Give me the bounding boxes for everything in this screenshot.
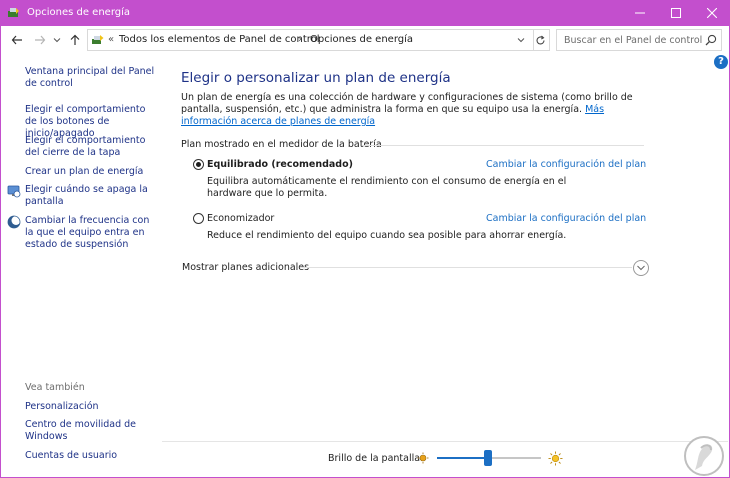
- show-additional-plans-label[interactable]: Mostrar planes adicionales: [182, 262, 309, 273]
- maximize-button[interactable]: [658, 0, 694, 26]
- help-button[interactable]: ?: [714, 55, 728, 69]
- site-watermark-logo: [677, 430, 727, 478]
- sidebar-item-control-panel-home[interactable]: Ventana principal del Panel de control: [25, 66, 159, 90]
- brightness-low-icon: [417, 452, 429, 464]
- expand-additional-plans-button[interactable]: [633, 260, 649, 276]
- sidebar-item-personalization[interactable]: Personalización: [25, 401, 159, 413]
- navigation-bar: « Todos los elementos de Panel de contro…: [1, 26, 729, 54]
- title-bar: Opciones de energía: [0, 0, 730, 26]
- page-description: Un plan de energía es una colección de h…: [181, 92, 651, 128]
- chevron-down-icon: [53, 38, 61, 43]
- main-content: ? Elegir o personalizar un plan de energ…: [162, 54, 729, 438]
- back-button[interactable]: [9, 32, 25, 48]
- plan-radio-power-saver[interactable]: [193, 213, 204, 224]
- forward-arrow-icon: [35, 35, 46, 45]
- search-box[interactable]: [556, 29, 722, 51]
- sidebar-item-lid-close[interactable]: Elegir el comportamiento del cierre de l…: [25, 135, 159, 159]
- sleep-moon-icon: [7, 215, 21, 229]
- display-power-icon: [7, 184, 21, 198]
- description-text: Un plan de energía es una colección de h…: [181, 92, 633, 115]
- breadcrumb-separator[interactable]: ›: [298, 34, 302, 45]
- group-divider: [362, 145, 644, 146]
- sidebar-item-display-off[interactable]: Elegir cuándo se apaga la pantalla: [25, 184, 159, 208]
- up-arrow-icon: [70, 34, 80, 45]
- breadcrumb-power-options[interactable]: Opciones de energía: [310, 34, 413, 45]
- breadcrumb-all-items[interactable]: Todos los elementos de Panel de control: [119, 34, 320, 45]
- plan-name-balanced[interactable]: Equilibrado (recomendado): [207, 159, 353, 170]
- window-title: Opciones de energía: [27, 7, 131, 18]
- see-also-heading: Vea también: [25, 382, 85, 393]
- sidebar-item-mobility-center[interactable]: Centro de movilidad de Windows: [25, 419, 159, 443]
- page-title: Elegir o personalizar un plan de energía: [181, 70, 451, 86]
- address-prefix[interactable]: «: [108, 34, 114, 45]
- brightness-slider-thumb[interactable]: [483, 450, 492, 466]
- up-button[interactable]: [67, 32, 83, 48]
- change-plan-settings-power-saver[interactable]: Cambiar la configuración del plan: [486, 213, 646, 224]
- address-history-dropdown[interactable]: [512, 30, 530, 50]
- plan-description-power-saver: Reduce el rendimiento del equipo cuando …: [207, 230, 567, 241]
- close-button[interactable]: [694, 0, 730, 26]
- plan-description-balanced: Equilibra automáticamente el rendimiento…: [207, 176, 567, 199]
- sidebar-item-user-accounts[interactable]: Cuentas de usuario: [25, 450, 159, 462]
- refresh-icon: [536, 35, 545, 44]
- brightness-slider-fill: [437, 457, 488, 459]
- plan-group-label: Plan mostrado en el medidor de la baterí…: [181, 139, 382, 150]
- plan-name-power-saver[interactable]: Economizador: [207, 213, 274, 224]
- minimize-button[interactable]: [622, 0, 658, 26]
- forward-button[interactable]: [32, 32, 48, 48]
- search-icon[interactable]: [705, 34, 717, 46]
- sidebar-item-sleep[interactable]: Cambiar la frecuencia con la que el equi…: [25, 215, 159, 251]
- sidebar: Ventana principal del Panel de control E…: [1, 54, 161, 477]
- recent-locations-button[interactable]: [52, 32, 62, 48]
- sidebar-item-create-plan[interactable]: Crear un plan de energía: [25, 166, 159, 178]
- brightness-high-icon: [548, 451, 563, 466]
- address-bar[interactable]: « Todos los elementos de Panel de contro…: [87, 29, 534, 51]
- more-plans-divider: [302, 267, 632, 268]
- chevron-down-icon: [517, 38, 525, 43]
- chevron-down-icon: [637, 265, 645, 271]
- plan-radio-balanced[interactable]: [193, 159, 204, 170]
- refresh-button[interactable]: [532, 29, 550, 51]
- change-plan-settings-balanced[interactable]: Cambiar la configuración del plan: [486, 159, 646, 170]
- search-input[interactable]: [564, 33, 702, 47]
- bottom-divider: [162, 441, 728, 442]
- brightness-label: Brillo de la pantalla:: [328, 453, 424, 464]
- power-options-app-icon: [7, 6, 21, 20]
- control-panel-icon: [91, 33, 105, 47]
- back-arrow-icon: [11, 35, 22, 45]
